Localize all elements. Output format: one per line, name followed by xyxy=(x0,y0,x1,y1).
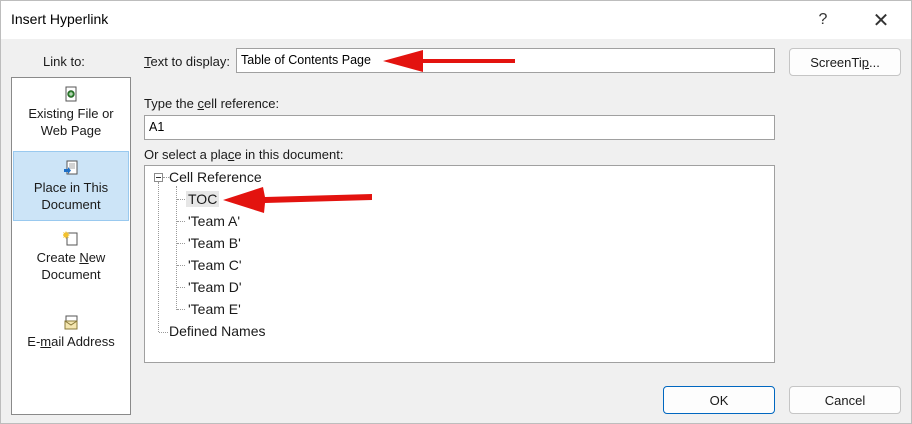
cell-reference-label: Type the cell reference: xyxy=(144,96,280,111)
screentip-button[interactable]: ScreenTip... xyxy=(789,48,901,76)
new-document-icon xyxy=(63,231,78,246)
title-bar: Insert Hyperlink ? ✕ xyxy=(1,1,911,39)
tree-node-team-b[interactable]: 'Team B' xyxy=(188,235,241,251)
tree-connector xyxy=(177,309,185,310)
annotation-arrow-icon xyxy=(223,187,372,213)
cancel-label: Cancel xyxy=(824,392,866,408)
close-icon: ✕ xyxy=(872,9,890,32)
tree-node-team-a[interactable]: 'Team A' xyxy=(188,213,240,229)
help-button[interactable]: ? xyxy=(801,5,845,35)
place-in-document-label: Or select a place in this document: xyxy=(144,147,344,162)
link-to-existing-file-line2: Web Page xyxy=(40,123,102,138)
help-icon: ? xyxy=(818,11,828,28)
email-icon xyxy=(64,315,78,330)
cell-reference-input[interactable]: A1 xyxy=(144,115,775,140)
tree-node-toc[interactable]: TOC xyxy=(186,191,220,207)
link-to-email-label: E-mail Address xyxy=(27,334,115,349)
tree-node-defined-names[interactable]: Defined Names xyxy=(169,323,266,339)
tree-node-team-c[interactable]: 'Team C' xyxy=(188,257,242,273)
existing-file-icon xyxy=(65,86,77,102)
tree-connector xyxy=(177,287,185,288)
link-to-panel: Existing File or Web Page Place in This … xyxy=(11,77,131,415)
link-to-label: Link to: xyxy=(43,54,85,69)
ok-button[interactable]: OK xyxy=(663,386,775,414)
ok-label: OK xyxy=(709,392,729,408)
link-to-place-line1: Place in This xyxy=(33,180,109,195)
tree-connector xyxy=(177,221,185,222)
tree-connector xyxy=(158,182,159,332)
link-to-create-new-line1: Create New xyxy=(36,250,106,265)
tree-node-team-e[interactable]: 'Team E' xyxy=(188,301,241,317)
screentip-label: ScreenTip... xyxy=(810,54,880,70)
tree-node-cell-reference[interactable]: Cell Reference xyxy=(169,169,262,185)
tree-connector xyxy=(159,332,168,333)
close-button[interactable]: ✕ xyxy=(859,5,903,35)
link-to-place-in-document[interactable]: Place in This Document xyxy=(13,151,129,221)
insert-hyperlink-dialog: Insert Hyperlink ? ✕ Link to: Existing F… xyxy=(0,0,912,424)
tree-node-team-d[interactable]: 'Team D' xyxy=(188,279,242,295)
place-in-document-icon xyxy=(64,160,78,175)
cancel-button[interactable]: Cancel xyxy=(789,386,901,414)
cell-reference-value: A1 xyxy=(149,120,165,134)
tree-connector xyxy=(177,199,185,200)
tree-connector xyxy=(177,265,185,266)
collapse-icon[interactable] xyxy=(154,173,163,182)
text-to-display-label: Text to display: xyxy=(144,54,230,69)
link-to-create-new-line2: Document xyxy=(41,267,101,282)
text-to-display-value: Table of Contents Page xyxy=(241,53,371,67)
tree-connector xyxy=(177,243,185,244)
link-to-place-line2: Document xyxy=(41,197,101,212)
link-to-existing-file[interactable]: Existing File or Web Page xyxy=(13,86,129,150)
link-to-create-new[interactable]: Create New Document xyxy=(13,230,129,294)
link-to-email[interactable]: E-mail Address xyxy=(13,314,129,354)
dialog-title: Insert Hyperlink xyxy=(11,11,109,27)
tree-connector xyxy=(176,186,177,310)
link-to-existing-file-line1: Existing File or xyxy=(28,106,114,121)
annotation-arrow-icon xyxy=(383,50,515,72)
